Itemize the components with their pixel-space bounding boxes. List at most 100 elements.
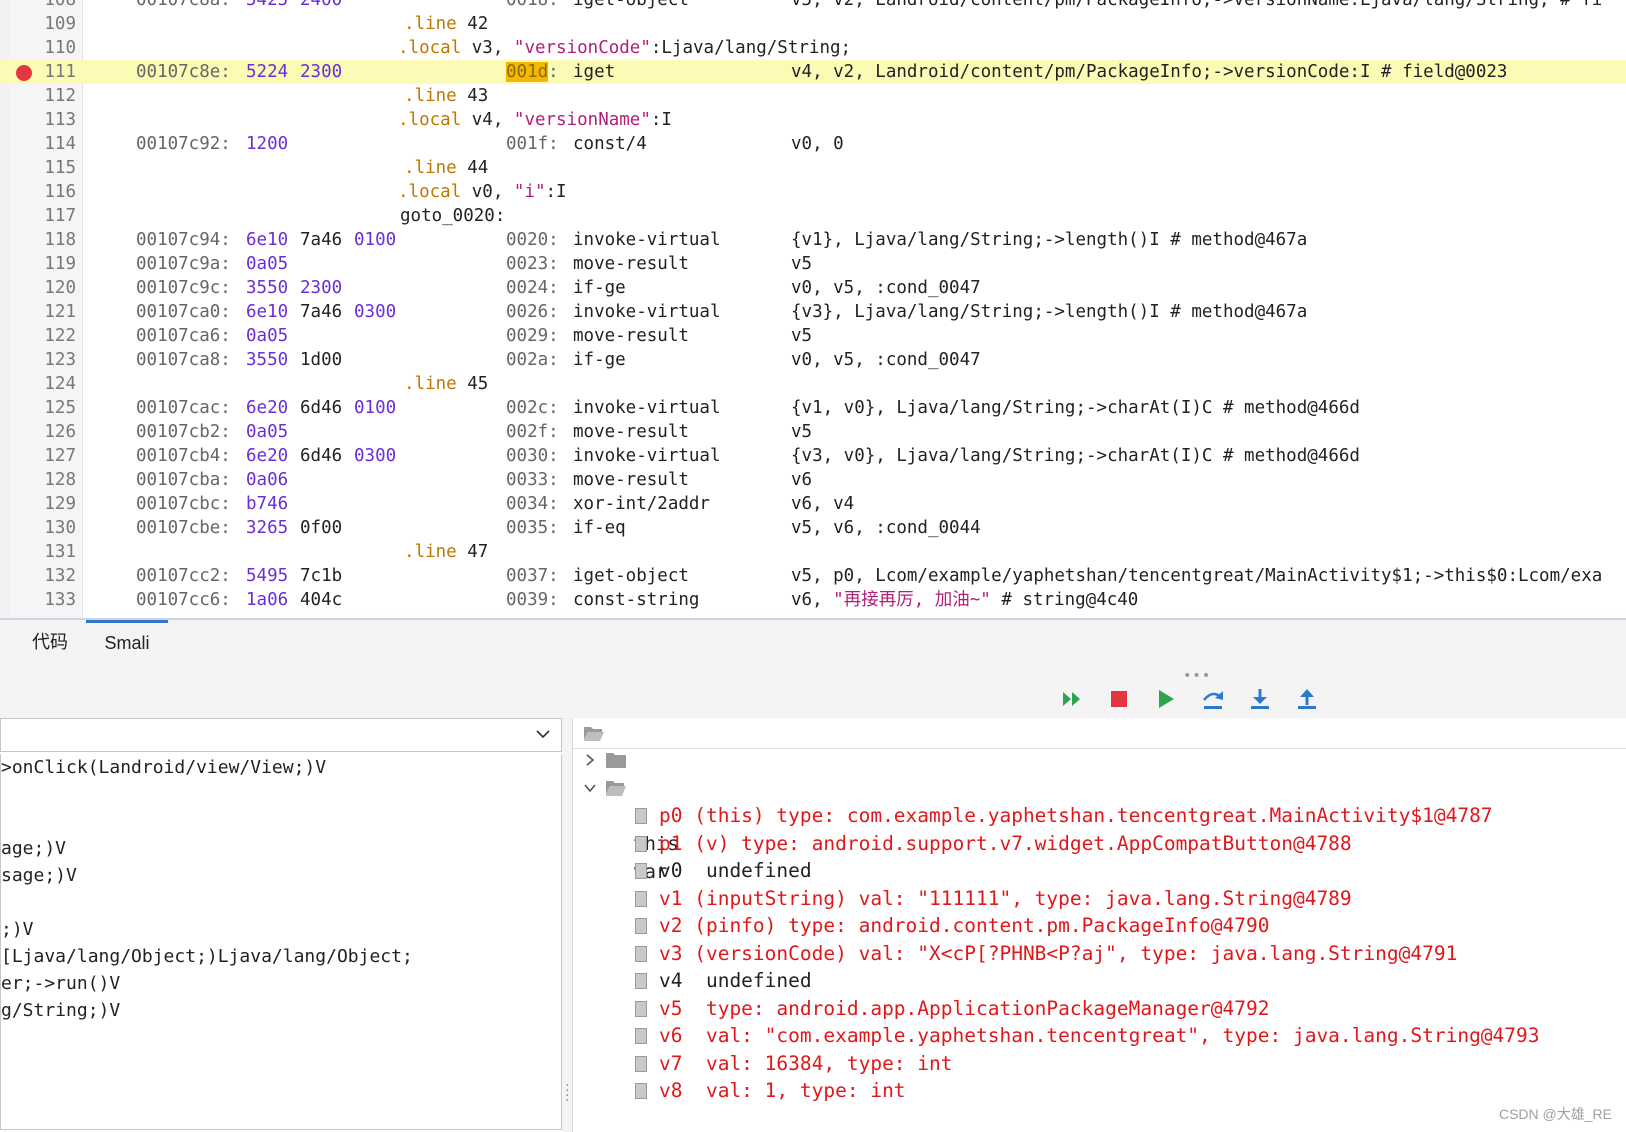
smali-code-view[interactable]: 108 00107c8a: 5425 2400 0018: iget-object v5, … [0,0,1626,620]
code-row[interactable]: 108 00107c8a: 5425 2400 0018: iget-object v5, … [0,0,1626,12]
line-number: 123 [44,350,76,370]
directive-keyword: .line [404,86,457,106]
variable-row[interactable]: v2 (pinfo) type: android.content.pm.Pack… [633,912,1613,940]
code-row[interactable]: 129 00107cbc: b746 0034: xor-int/2addr v6, v4 [0,492,1626,516]
code-row[interactable]: 117 goto_0020: [0,204,1626,228]
instruction-args: {v1}, Ljava/lang/String;->length()I # me… [791,230,1308,250]
code-row[interactable]: 132 00107cc2: 5495 7c1b 0037: iget-object v5, … [0,564,1626,588]
code-row[interactable]: 133 00107cc6: 1a06 404c 0039: const-string v6,… [0,588,1626,612]
variable-row[interactable]: p1 (v) type: android.support.v7.widget.A… [633,830,1613,858]
stack-frame-item[interactable]: g/String;)V [1,997,561,1024]
variable-row[interactable]: v0 undefined [633,857,1613,885]
instruction-args: v5, v6, :cond_0044 [791,518,981,538]
step-out-icon[interactable] [1294,686,1320,712]
thread-select[interactable] [0,718,562,752]
chevron-down-icon[interactable] [535,727,551,741]
opcode-bytes: 7a46 [300,302,343,322]
tree-node-var[interactable]: var [583,774,883,883]
variable-name: v6 [659,1024,683,1047]
opcode-bytes: 0100 [354,398,397,418]
code-row[interactable]: 123 00107ca8: 3550 1d00 002a: if-ge v0, v5, :c… [0,348,1626,372]
instruction-args: v6, v4 [791,494,855,514]
stack-frame-item[interactable]: [Ljava/lang/Object;)Ljava/lang/Object; [1,943,561,970]
code-row[interactable]: 130 00107cbe: 3265 0f00 0035: if-eq v5, v6, :c… [0,516,1626,540]
code-row[interactable]: 124 .line 45 [0,372,1626,396]
code-row[interactable]: 122 00107ca6: 0a05 0029: move-result v5 [0,324,1626,348]
tree-node-this[interactable]: this [583,746,883,855]
variable-row[interactable]: v8 val: 1, type: int [633,1077,1613,1105]
directive-keyword: .local [398,182,462,202]
code-row[interactable]: 110 .local v3, "versionCode":Ljava/lang/S… [0,36,1626,60]
code-row[interactable]: 109 .line 42 [0,12,1626,36]
code-row[interactable]: 127 00107cb4: 6e20 6d46 0300 0030: invoke-virt… [0,444,1626,468]
variable-row[interactable]: v7 val: 16384, type: int [633,1050,1613,1078]
code-row[interactable]: 112 .line 43 [0,84,1626,108]
opcode-bytes: 1d00 [300,350,343,370]
code-row[interactable]: 125 00107cac: 6e20 6d46 0100 002c: invoke-virt… [0,396,1626,420]
code-row[interactable]: 113 .local v4, "versionName":I [0,108,1626,132]
instruction-address: 00107c92: [136,134,231,154]
opcode-bytes: b746 [246,494,289,514]
variable-icon [635,863,647,879]
panel-resize-grip[interactable]: ••• [1183,668,1211,684]
code-row[interactable]: 118 00107c94: 6e10 7a46 0100 0020: invoke-virt… [0,228,1626,252]
variable-row[interactable]: p0 (this) type: com.example.yaphetshan.t… [633,802,1613,830]
variable-row[interactable]: v5 type: android.app.ApplicationPackageM… [633,995,1613,1023]
code-row[interactable]: 126 00107cb2: 0a05 002f: move-result v5 [0,420,1626,444]
chevron-right-icon[interactable] [583,753,597,767]
code-row[interactable]: 115 .line 44 [0,156,1626,180]
line-directive: .line 44 [404,158,489,178]
local-directive: .local v3, "versionCode":Ljava/lang/Stri… [398,38,852,58]
tab-smali[interactable]: Smali [86,620,168,667]
variable-detail: undefined [682,859,812,882]
stack-frame-item[interactable]: sage;)V [1,862,561,889]
current-line-row[interactable]: 111 00107c8e: 5224 2300 001d: iget v4, v2, Lan… [0,60,1626,84]
code-row[interactable]: 128 00107cba: 0a06 0033: move-result v6 [0,468,1626,492]
variable-row[interactable]: v1 (inputString) val: "111111", type: ja… [633,885,1613,913]
code-row[interactable]: 116 .local v0, "i":I [0,180,1626,204]
instruction-address: 00107cba: [136,470,231,490]
instruction-opcode: iget-object [573,566,689,586]
opcode-bytes: 2300 [300,278,343,298]
instruction-offset: 0039: [506,590,559,610]
code-row[interactable]: 114 00107c92: 1200 001f: const/4 v0, 0 [0,132,1626,156]
resume-icon[interactable] [1059,686,1085,712]
stack-frame-item[interactable]: ;)V [1,916,561,943]
panel-splitter[interactable]: · · · · [562,718,573,1132]
run-icon[interactable] [1153,686,1179,712]
code-row[interactable]: 119 00107c9a: 0a05 0023: move-result v5 [0,252,1626,276]
line-number: 127 [44,446,76,466]
line-directive: .line 42 [404,14,489,34]
stack-frame-item[interactable]: >onClick(Landroid/view/View;)V [1,754,561,781]
stack-frame-item[interactable] [1,889,561,916]
local-directive: .local v4, "versionName":I [398,110,672,130]
stack-frame-item[interactable]: age;)V [1,835,561,862]
variable-detail: (this) type: com.example.yaphetshan.tenc… [682,804,1493,827]
instruction-opcode: move-result [573,470,689,490]
variable-detail: (versionCode) val: "X<cP[?PHNB<P?aj", ty… [682,941,1458,965]
instruction-opcode: if-ge [573,278,626,298]
opcode-bytes: 7a46 [300,230,343,250]
instruction-address: 00107cbe: [136,518,231,538]
variable-row[interactable]: v6 val: "com.example.yaphetshan.tencentg… [633,1022,1613,1050]
variable-row[interactable]: v4 undefined [633,967,1613,995]
stop-icon[interactable] [1106,686,1132,712]
breakpoint-icon[interactable] [16,65,32,81]
code-row[interactable]: 121 00107ca0: 6e10 7a46 0300 0026: invoke-virt… [0,300,1626,324]
call-stack-list[interactable]: >onClick(Landroid/view/View;)V age;)V sage… [0,754,562,1130]
code-row[interactable]: 131 .line 47 [0,540,1626,564]
instruction-offset: 0030: [506,446,559,466]
folder-open-icon[interactable] [583,724,605,742]
line-number: 114 [44,134,76,154]
stack-frame-item[interactable]: er;->run()V [1,970,561,997]
step-over-icon[interactable] [1200,686,1226,712]
variable-row[interactable]: v3 (versionCode) val: "X<cP[?PHNB<P?aj",… [633,940,1613,968]
line-number: 110 [44,38,76,58]
code-row[interactable]: 120 00107c9c: 3550 2300 0024: if-ge v0, v5, :c… [0,276,1626,300]
step-into-icon[interactable] [1247,686,1273,712]
line-number: 113 [44,110,76,130]
stack-frame-item[interactable] [1,781,561,808]
stack-frame-item[interactable] [1,808,561,835]
tab-code[interactable]: 代码 [32,620,68,664]
chevron-down-icon[interactable] [583,781,597,795]
